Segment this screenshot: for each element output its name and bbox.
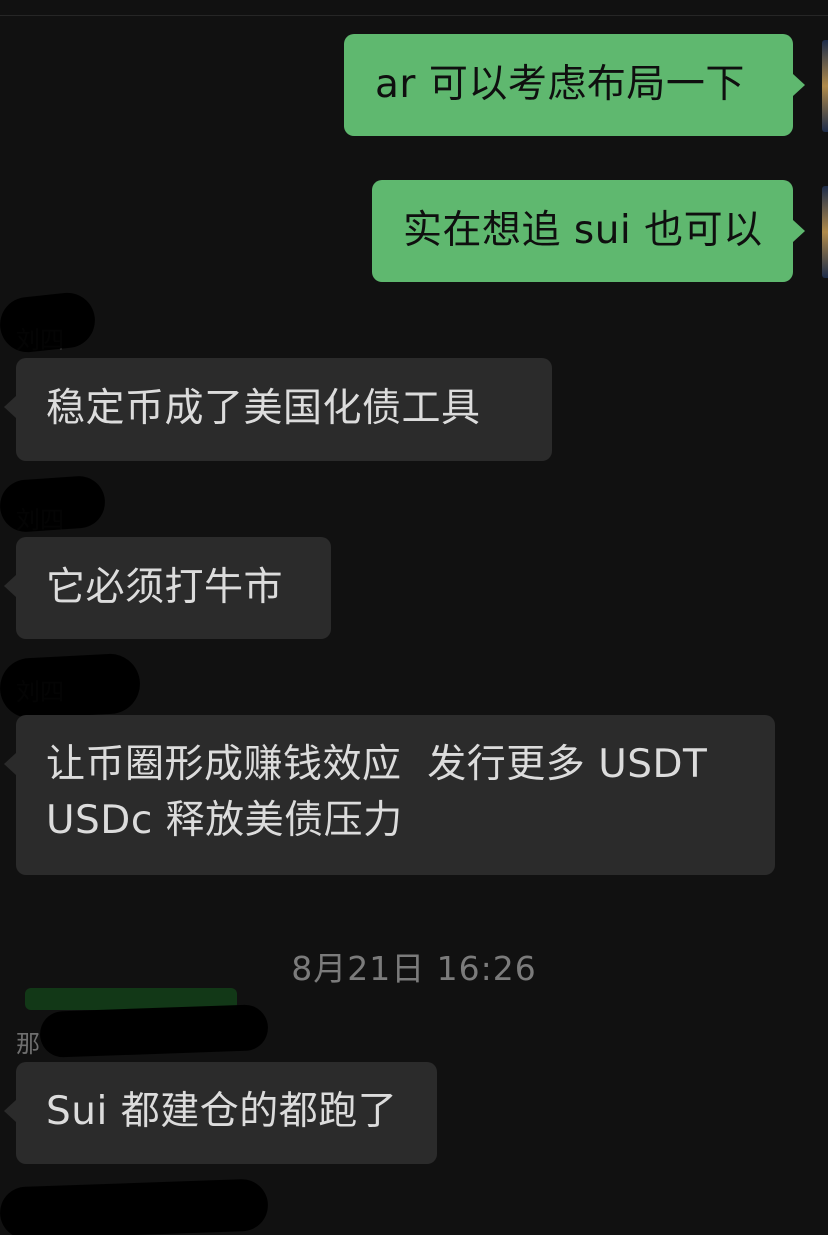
outgoing-message-bubble[interactable]: 实在想追 sui 也可以: [372, 180, 805, 282]
redaction-scribble: [0, 474, 107, 534]
message-text: 它必须打牛市: [46, 565, 284, 610]
incoming-message-bubble[interactable]: Sui 都建仓的都跑了: [4, 1062, 437, 1164]
chat-screen: ar 可以考虑布局一下 实在想追 sui 也可以 刘四 稳定币成了美国化债工具 …: [0, 0, 828, 1235]
message-text: 实在想追 sui 也可以: [403, 208, 763, 253]
message-text: Sui 都建仓的都跑了: [46, 1089, 398, 1134]
incoming-message-bubble[interactable]: 它必须打牛市: [4, 537, 331, 639]
redaction-scribble: [0, 652, 142, 720]
incoming-message-bubble[interactable]: 稳定币成了美国化债工具: [4, 358, 552, 461]
message-text: 稳定币成了美国化债工具: [46, 386, 481, 431]
message-text-line: USDc 释放美债压力: [46, 798, 403, 843]
my-avatar[interactable]: [822, 186, 828, 278]
my-avatar[interactable]: [822, 40, 828, 132]
top-divider: [0, 15, 828, 16]
incoming-message-bubble[interactable]: 让币圈形成赚钱效应 发行更多 USDT USDc 释放美债压力: [4, 715, 775, 875]
redaction-scribble: [0, 1178, 269, 1235]
message-text: ar 可以考虑布局一下: [375, 62, 745, 107]
redaction-scribble: [39, 1004, 269, 1058]
timestamp-divider: 8月21日 16:26: [291, 949, 537, 988]
outgoing-message-bubble[interactable]: ar 可以考虑布局一下: [344, 34, 805, 136]
sender-name: 那: [16, 1030, 40, 1058]
redaction-scribble: [0, 290, 98, 355]
message-text-line: 让币圈形成赚钱效应 发行更多 USDT: [46, 742, 708, 787]
